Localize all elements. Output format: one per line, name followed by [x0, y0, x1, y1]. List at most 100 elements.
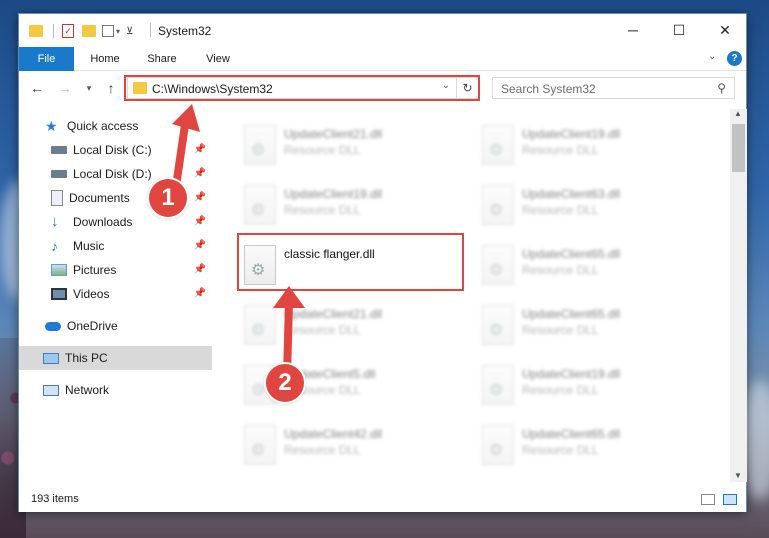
nav-item-label: Network [65, 383, 110, 397]
file-type: Resource DLL [284, 443, 361, 457]
status-bar: 193 items [19, 488, 746, 512]
nav-item-label: Music [73, 239, 105, 253]
nav-item-label: Videos [73, 287, 110, 301]
file-name: UpdateClient65.dll [522, 247, 621, 261]
download-icon: ↓ [51, 213, 59, 230]
dll-file-icon [482, 425, 514, 465]
file-name: UpdateClient19.dll [522, 127, 621, 141]
file-item[interactable]: UpdateClient63.dll Resource DLL [476, 179, 706, 235]
nav-item-label: Pictures [73, 263, 117, 277]
nav-item-label: Documents [69, 191, 130, 205]
pictures-icon [51, 264, 67, 276]
file-name: UpdateClient65.dll [522, 427, 621, 441]
dll-file-icon [244, 125, 276, 165]
scroll-down-icon[interactable]: ▼ [734, 471, 742, 480]
close-button[interactable]: ✕ [702, 14, 748, 46]
file-type: Resource DLL [522, 203, 599, 217]
ribbon: File Home Share View ⌄ ? [19, 47, 746, 71]
separator [53, 24, 54, 38]
customize-toolbar-icon[interactable]: ⊻ [126, 26, 133, 37]
recent-locations-button[interactable]: ▾ [79, 78, 99, 98]
tab-share[interactable]: Share [137, 47, 187, 71]
file-name: UpdateClient19.dll [522, 367, 621, 381]
dll-file-icon [482, 125, 514, 165]
view-icon[interactable] [102, 25, 114, 37]
separator [150, 23, 151, 37]
minimize-button[interactable]: ─ [610, 14, 656, 46]
file-type: Resource DLL [284, 203, 361, 217]
file-type: Resource DLL [522, 323, 599, 337]
nav-item-pictures[interactable]: Pictures 📌 [19, 258, 212, 282]
documents-icon [51, 190, 63, 206]
scroll-up-icon[interactable]: ▲ [734, 109, 742, 118]
nav-item-label: Local Disk (C:) [73, 143, 152, 157]
file-highlight [237, 233, 464, 291]
file-type: Resource DLL [284, 143, 361, 157]
videos-icon [51, 288, 67, 300]
nav-item-music[interactable]: ♪ Music 📌 [19, 234, 212, 258]
nav-item-label: Quick access [67, 119, 139, 133]
tab-file[interactable]: File [19, 47, 74, 71]
title-bar: ✓ ▾ ⊻ System32 ─ ☐ ✕ [19, 14, 746, 46]
file-type: Resource DLL [522, 383, 599, 397]
vertical-scrollbar[interactable]: ▲ ▼ [730, 109, 747, 482]
file-item[interactable]: UpdateClient19.dll Resource DLL [476, 359, 706, 415]
music-icon: ♪ [51, 238, 58, 254]
dll-file-icon [482, 365, 514, 405]
dll-file-icon [482, 245, 514, 285]
details-view-icon[interactable] [701, 494, 715, 505]
forward-button[interactable]: → [55, 78, 75, 98]
tab-view[interactable]: View [194, 47, 242, 71]
pin-icon[interactable]: 📌 [194, 240, 206, 251]
search-input[interactable]: Search System32 ⚲ [492, 77, 735, 99]
file-item[interactable]: UpdateClient65.dll Resource DLL [476, 299, 706, 355]
maximize-button[interactable]: ☐ [656, 14, 702, 46]
file-name: UpdateClient65.dll [522, 307, 621, 321]
dll-file-icon [244, 425, 276, 465]
expand-ribbon-icon[interactable]: ⌄ [708, 51, 716, 62]
nav-item-label: Downloads [73, 215, 133, 229]
pin-icon[interactable]: 📌 [194, 216, 206, 227]
chevron-down-icon[interactable]: ▾ [116, 27, 120, 36]
pin-icon[interactable]: 📌 [194, 264, 206, 275]
tab-home[interactable]: Home [81, 47, 129, 71]
properties-icon[interactable]: ✓ [62, 24, 74, 38]
help-icon[interactable]: ? [727, 51, 742, 66]
file-name: UpdateClient63.dll [522, 187, 621, 201]
file-item[interactable]: UpdateClient19.dll Resource DLL [238, 179, 468, 235]
nav-item-downloads[interactable]: ↓ Downloads 📌 [19, 210, 212, 234]
step-badge-2: 2 [266, 364, 304, 402]
cloud-icon [45, 321, 61, 331]
scroll-thumb[interactable] [732, 124, 745, 172]
up-button[interactable]: ↑ [101, 78, 121, 98]
nav-item-onedrive[interactable]: OneDrive [19, 314, 212, 338]
file-item[interactable]: UpdateClient65.dll Resource DLL [476, 419, 706, 475]
file-name: UpdateClient42.dll [284, 427, 383, 441]
file-item[interactable]: UpdateClient21.dll Resource DLL [238, 119, 468, 175]
file-item[interactable]: UpdateClient65.dll Resource DLL [476, 239, 706, 295]
dll-file-icon [482, 305, 514, 345]
file-type: Resource DLL [522, 443, 599, 457]
file-name: UpdateClient19.dll [284, 187, 383, 201]
file-item[interactable]: UpdateClient42.dll Resource DLL [238, 419, 468, 475]
file-name: UpdateClient21.dll [284, 127, 383, 141]
nav-item-label: Local Disk (D:) [73, 167, 152, 181]
quick-access-toolbar: ✓ ▾ ⊻ [29, 22, 133, 40]
nav-item-this-pc[interactable]: This PC [19, 346, 212, 370]
nav-item-videos[interactable]: Videos 📌 [19, 282, 212, 306]
back-button[interactable]: ← [27, 78, 47, 98]
window-title: System32 [158, 24, 212, 38]
step-badge-1: 1 [149, 179, 187, 217]
address-bar-highlight [124, 75, 480, 101]
folder-icon [29, 25, 43, 37]
tiles-view-icon[interactable] [723, 494, 737, 505]
pin-icon[interactable]: 📌 [194, 288, 206, 299]
file-item[interactable]: UpdateClient19.dll Resource DLL [476, 119, 706, 175]
drive-icon [51, 146, 67, 154]
search-placeholder: Search System32 [501, 82, 596, 96]
nav-item-network[interactable]: Network [19, 378, 212, 402]
file-type: Resource DLL [522, 143, 599, 157]
dll-file-icon [482, 185, 514, 225]
search-icon: ⚲ [717, 81, 726, 95]
new-folder-icon[interactable] [82, 25, 96, 37]
